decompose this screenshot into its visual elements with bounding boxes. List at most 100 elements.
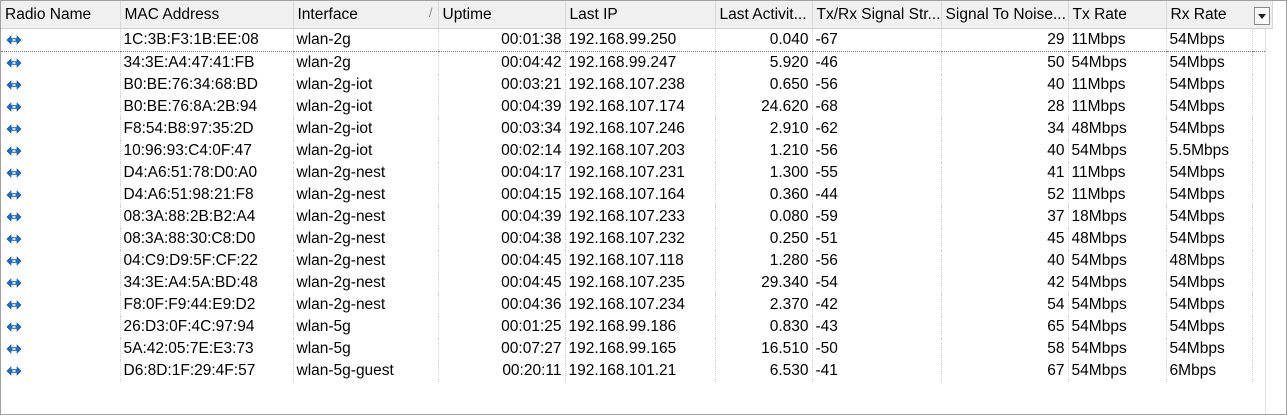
interface-cell: wlan-2g-nest	[293, 162, 439, 184]
table-row[interactable]: 08:3A:88:30:C8:D0 wlan-2g-nest 00:04:38 …	[1, 228, 1273, 250]
mac-address-cell: 1C:3B:F3:1B:EE:08	[120, 28, 294, 52]
column-header-signal-strength[interactable]: Tx/Rx Signal Str...	[812, 1, 942, 29]
table-row[interactable]: 04:C9:D9:5F:CF:22 wlan-2g-nest 00:04:45 …	[1, 250, 1273, 272]
wireless-link-icon	[6, 80, 22, 90]
last-activity-cell: 24.620	[715, 96, 813, 118]
signal-to-noise-cell: 67	[941, 360, 1069, 382]
interface-cell: wlan-5g	[293, 316, 439, 338]
table-row[interactable]: 10:96:93:C4:0F:47 wlan-2g-iot 00:02:14 1…	[1, 140, 1273, 162]
signal-strength-cell: -46	[812, 51, 942, 74]
mac-address-cell: F8:0F:F9:44:E9:D2	[120, 294, 294, 316]
radio-name-cell	[1, 360, 121, 382]
rx-rate-cell: 54Mbps	[1166, 28, 1253, 52]
last-activity-cell: 0.830	[715, 316, 813, 338]
signal-to-noise-cell: 45	[941, 228, 1069, 250]
signal-to-noise-cell: 29	[941, 28, 1069, 52]
radio-name-cell	[1, 140, 121, 162]
signal-to-noise-cell: 54	[941, 294, 1069, 316]
signal-to-noise-cell: 40	[941, 74, 1069, 96]
table-row[interactable]: 26:D3:0F:4C:97:94 wlan-5g 00:01:25 192.1…	[1, 316, 1273, 338]
uptime-cell: 00:04:17	[438, 162, 566, 184]
wireless-link-icon	[6, 300, 22, 310]
column-header-uptime[interactable]: Uptime	[438, 1, 566, 29]
signal-to-noise-cell: 37	[941, 206, 1069, 228]
last-activity-cell: 1.280	[715, 250, 813, 272]
interface-cell: wlan-2g-nest	[293, 206, 439, 228]
signal-strength-cell: -67	[812, 28, 942, 52]
uptime-cell: 00:04:15	[438, 184, 566, 206]
interface-cell: wlan-2g-nest	[293, 294, 439, 316]
interface-cell: wlan-2g	[293, 28, 439, 52]
signal-strength-cell: -56	[812, 74, 942, 96]
signal-strength-cell: -42	[812, 294, 942, 316]
table-row[interactable]: 34:3E:A4:5A:BD:48 wlan-2g-nest 00:04:45 …	[1, 272, 1273, 294]
vertical-scrollbar[interactable]	[1265, 29, 1286, 414]
signal-strength-cell: -56	[812, 250, 942, 272]
tx-rate-cell: 11Mbps	[1068, 162, 1167, 184]
last-activity-cell: 29.340	[715, 272, 813, 294]
interface-cell: wlan-2g	[293, 51, 439, 74]
table-row[interactable]: F8:54:B8:97:35:2D wlan-2g-iot 00:03:34 1…	[1, 118, 1273, 140]
table-row[interactable]: 08:3A:88:2B:B2:A4 wlan-2g-nest 00:04:39 …	[1, 206, 1273, 228]
column-header-mac-address[interactable]: MAC Address	[120, 1, 294, 29]
signal-to-noise-cell: 40	[941, 140, 1069, 162]
interface-cell: wlan-5g-guest	[293, 360, 439, 382]
column-header-last-activity[interactable]: Last Activit...	[715, 1, 813, 29]
table-row[interactable]: F8:0F:F9:44:E9:D2 wlan-2g-nest 00:04:36 …	[1, 294, 1273, 316]
mac-address-cell: 08:3A:88:30:C8:D0	[120, 228, 294, 250]
tx-rate-cell: 54Mbps	[1068, 140, 1167, 162]
table-row[interactable]: 5A:42:05:7E:E3:73 wlan-5g 00:07:27 192.1…	[1, 338, 1273, 360]
signal-strength-cell: -59	[812, 206, 942, 228]
last-ip-cell: 192.168.107.232	[565, 228, 716, 250]
uptime-cell: 00:04:38	[438, 228, 566, 250]
uptime-cell: 00:04:39	[438, 96, 566, 118]
wireless-link-icon	[6, 212, 22, 222]
interface-cell: wlan-2g-nest	[293, 272, 439, 294]
wireless-link-icon	[6, 168, 22, 178]
last-ip-cell: 192.168.99.165	[565, 338, 716, 360]
wireless-link-icon	[6, 278, 22, 288]
mac-address-cell: B0:BE:76:8A:2B:94	[120, 96, 294, 118]
column-header-radio-name[interactable]: Radio Name	[1, 1, 121, 29]
last-ip-cell: 192.168.107.233	[565, 206, 716, 228]
table-row[interactable]: B0:BE:76:34:68:BD wlan-2g-iot 00:03:21 1…	[1, 74, 1273, 96]
signal-strength-cell: -51	[812, 228, 942, 250]
signal-strength-cell: -44	[812, 184, 942, 206]
last-activity-cell: 5.920	[715, 51, 813, 74]
column-header-last-ip[interactable]: Last IP	[565, 1, 716, 29]
last-ip-cell: 192.168.107.174	[565, 96, 716, 118]
column-header-rx-rate[interactable]: Rx Rate	[1166, 1, 1253, 29]
wireless-link-icon	[6, 322, 22, 332]
table-row[interactable]: 1C:3B:F3:1B:EE:08 wlan-2g 00:01:38 192.1…	[1, 28, 1273, 52]
signal-to-noise-cell: 28	[941, 96, 1069, 118]
column-header-interface[interactable]: Interface /	[293, 1, 439, 29]
table-row[interactable]: 34:3E:A4:47:41:FB wlan-2g 00:04:42 192.1…	[1, 51, 1273, 74]
uptime-cell: 00:04:45	[438, 272, 566, 294]
last-ip-cell: 192.168.107.246	[565, 118, 716, 140]
interface-cell: wlan-2g-nest	[293, 184, 439, 206]
tx-rate-cell: 11Mbps	[1068, 184, 1167, 206]
table-row[interactable]: D4:A6:51:98:21:F8 wlan-2g-nest 00:04:15 …	[1, 184, 1273, 206]
last-activity-cell: 0.650	[715, 74, 813, 96]
rx-rate-cell: 54Mbps	[1166, 118, 1253, 140]
signal-to-noise-cell: 42	[941, 272, 1069, 294]
uptime-cell: 00:03:21	[438, 74, 566, 96]
last-activity-cell: 2.370	[715, 294, 813, 316]
table-row[interactable]: B0:BE:76:8A:2B:94 wlan-2g-iot 00:04:39 1…	[1, 96, 1273, 118]
uptime-cell: 00:20:11	[438, 360, 566, 382]
wireless-link-icon	[6, 234, 22, 244]
column-header-tx-rate[interactable]: Tx Rate	[1068, 1, 1167, 29]
column-chooser-button[interactable]	[1252, 1, 1274, 29]
tx-rate-cell: 54Mbps	[1068, 338, 1167, 360]
table-row[interactable]: D6:8D:1F:29:4F:57 wlan-5g-guest 00:20:11…	[1, 360, 1273, 382]
rx-rate-cell: 5.5Mbps	[1166, 140, 1253, 162]
rx-rate-cell: 54Mbps	[1166, 96, 1253, 118]
table-row[interactable]: D4:A6:51:78:D0:A0 wlan-2g-nest 00:04:17 …	[1, 162, 1273, 184]
last-activity-cell: 0.080	[715, 206, 813, 228]
tx-rate-cell: 48Mbps	[1068, 118, 1167, 140]
signal-to-noise-cell: 52	[941, 184, 1069, 206]
rx-rate-cell: 54Mbps	[1166, 272, 1253, 294]
last-ip-cell: 192.168.101.21	[565, 360, 716, 382]
column-header-signal-to-noise[interactable]: Signal To Noise...	[941, 1, 1069, 29]
last-ip-cell: 192.168.107.238	[565, 74, 716, 96]
